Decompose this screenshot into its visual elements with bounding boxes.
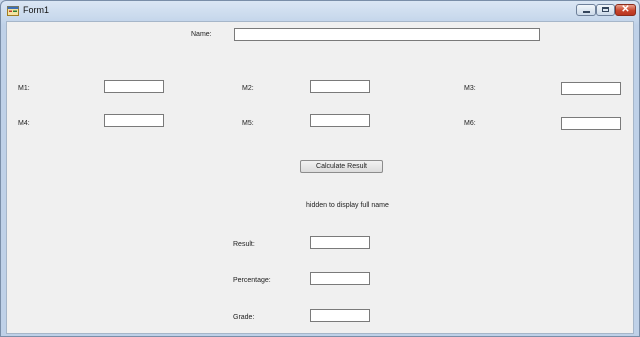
m6-input[interactable] [561, 117, 621, 130]
window-title: Form1 [23, 5, 50, 15]
m1-input[interactable] [104, 80, 164, 93]
m3-label: M3: [464, 85, 476, 92]
m6-label: M6: [464, 120, 476, 127]
m5-label: M5: [242, 120, 254, 127]
maximize-icon [602, 7, 609, 12]
grade-label: Grade: [233, 314, 255, 321]
name-label: Name: [191, 31, 212, 38]
m5-input[interactable] [310, 114, 370, 127]
percentage-output[interactable] [310, 272, 370, 285]
maximize-button[interactable] [596, 4, 615, 16]
minimize-icon [583, 11, 590, 13]
m3-input[interactable] [561, 82, 621, 95]
app-window: Form1 ✕ Name: M1: M2: M3: M4: M5: M6: Ca… [0, 0, 640, 337]
m4-input[interactable] [104, 114, 164, 127]
full-name-display-label: hidden to display full name [306, 202, 389, 209]
result-output[interactable] [310, 236, 370, 249]
percentage-label: Percentage: [233, 277, 271, 284]
close-icon: ✕ [621, 4, 630, 15]
m2-label: M2: [242, 85, 254, 92]
result-label: Result: [233, 241, 255, 248]
minimize-button[interactable] [576, 4, 596, 16]
m1-label: M1: [18, 85, 30, 92]
m2-input[interactable] [310, 80, 370, 93]
form-client-area: Name: M1: M2: M3: M4: M5: M6: Calculate … [6, 21, 634, 334]
close-button[interactable]: ✕ [615, 4, 636, 16]
form-app-icon [7, 6, 19, 16]
calculate-result-button[interactable]: Calculate Result [300, 160, 383, 173]
title-bar[interactable]: Form1 ✕ [1, 1, 639, 21]
m4-label: M4: [18, 120, 30, 127]
grade-output[interactable] [310, 309, 370, 322]
name-input[interactable] [234, 28, 540, 41]
